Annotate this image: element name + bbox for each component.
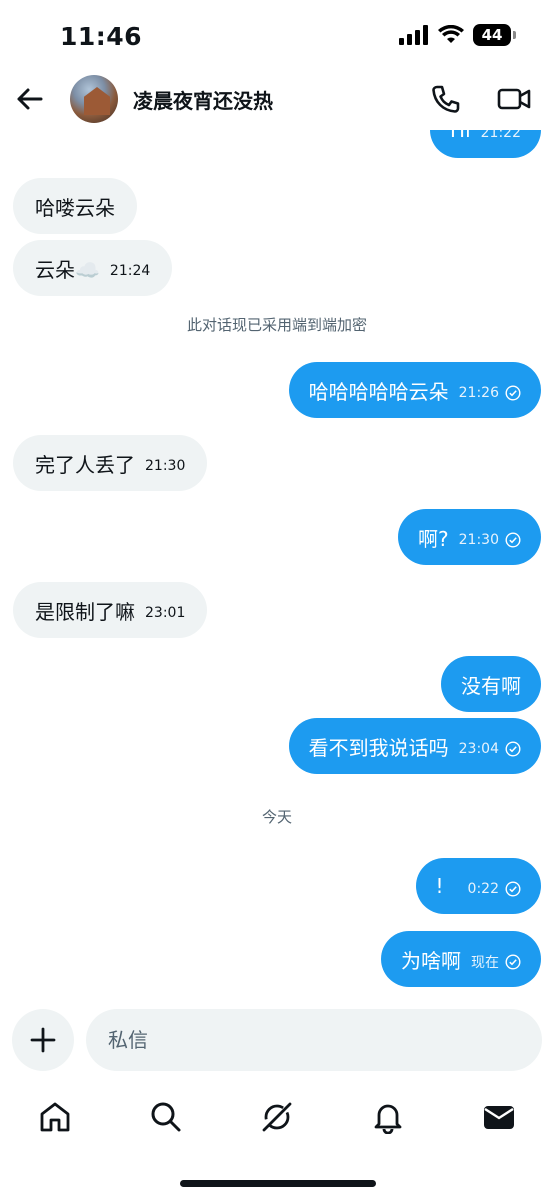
tab-grok[interactable]: [259, 1099, 295, 1135]
message-text: !: [435, 874, 444, 898]
tab-notifications[interactable]: [370, 1099, 406, 1135]
read-check-icon: [505, 385, 521, 401]
message-bubble-incoming[interactable]: 哈喽云朵: [13, 178, 137, 234]
conversation-header: 凌晨夜宵还没热: [0, 70, 554, 130]
message-time: 21:24: [109, 263, 151, 279]
encryption-notice: 此对话现已采用端到端加密: [186, 316, 367, 334]
message-time: 21:22: [480, 130, 521, 141]
signal-icon: [399, 25, 428, 45]
message-text: 没有啊: [461, 673, 521, 698]
message-time: 21:26: [458, 385, 499, 401]
battery-indicator: 44: [473, 24, 511, 46]
message-bubble-outgoing[interactable]: Hi 21:22: [430, 130, 541, 158]
tab-search[interactable]: [148, 1099, 184, 1135]
message-time: 现在: [471, 955, 499, 971]
message-text: 云朵☁️: [35, 257, 100, 282]
read-check-icon: [505, 532, 521, 548]
message-text: Hi: [450, 130, 471, 142]
message-list: Hi 21:22 哈喽云朵 云朵☁️ 21:24 此对话现已采用端到端加密 哈哈…: [0, 130, 554, 1000]
message-bubble-incoming[interactable]: 是限制了嘛 23:01: [13, 582, 208, 638]
read-check-icon: [505, 741, 521, 757]
message-text: 为啥啊: [401, 948, 461, 973]
message-bubble-incoming[interactable]: 完了人丢了 21:30: [13, 435, 208, 491]
plus-icon: [30, 1027, 56, 1053]
message-bubble-outgoing[interactable]: ! 0:22: [415, 858, 541, 914]
grok-icon: [262, 1102, 292, 1132]
date-divider: 今天: [261, 808, 292, 826]
message-bubble-incoming[interactable]: 云朵☁️ 21:24: [13, 240, 173, 296]
tab-messages[interactable]: [481, 1099, 517, 1135]
status-time: 11:46: [60, 22, 143, 51]
dm-input[interactable]: [86, 1009, 542, 1071]
contact-name[interactable]: 凌晨夜宵还没热: [133, 85, 273, 114]
battery-tip: [513, 31, 516, 39]
notifications-icon: [374, 1104, 402, 1134]
message-text: 哈喽云朵: [35, 195, 115, 220]
video-call-icon[interactable]: [497, 83, 531, 115]
messages-icon: [484, 1106, 514, 1129]
message-time: 23:01: [145, 605, 186, 621]
message-text: 啊?: [418, 526, 449, 551]
status-icons: 44: [399, 24, 516, 46]
add-attachment-button[interactable]: [12, 1009, 74, 1071]
home-icon: [40, 1102, 70, 1132]
message-composer: [0, 1000, 554, 1080]
message-text: 看不到我说话吗: [308, 735, 449, 760]
search-icon: [151, 1102, 181, 1132]
message-text: 哈哈哈哈哈云朵: [308, 379, 449, 404]
message-bubble-outgoing[interactable]: 没有啊: [441, 656, 541, 712]
bottom-tab-bar: [0, 1085, 554, 1150]
wifi-icon: [438, 25, 464, 43]
phone-call-icon[interactable]: [430, 83, 462, 115]
avatar[interactable]: [70, 75, 118, 123]
message-text: 是限制了嘛: [35, 599, 135, 624]
message-bubble-outgoing[interactable]: 哈哈哈哈哈云朵 21:26: [288, 362, 541, 418]
message-text: 完了人丢了: [35, 452, 135, 477]
message-time: 21:30: [458, 532, 499, 548]
read-check-icon: [505, 954, 521, 970]
message-time: 0:22: [467, 881, 499, 897]
back-arrow-icon[interactable]: [14, 84, 44, 114]
home-indicator: [180, 1180, 376, 1187]
message-time: 23:04: [458, 741, 499, 757]
tab-home[interactable]: [37, 1099, 73, 1135]
message-bubble-outgoing[interactable]: 看不到我说话吗 23:04: [288, 718, 541, 774]
status-bar: 11:46 44: [0, 0, 554, 70]
message-bubble-outgoing[interactable]: 为啥啊 现在: [381, 931, 541, 987]
message-time: 21:30: [145, 458, 186, 474]
read-check-icon: [505, 881, 521, 897]
message-bubble-outgoing[interactable]: 啊? 21:30: [398, 509, 541, 565]
